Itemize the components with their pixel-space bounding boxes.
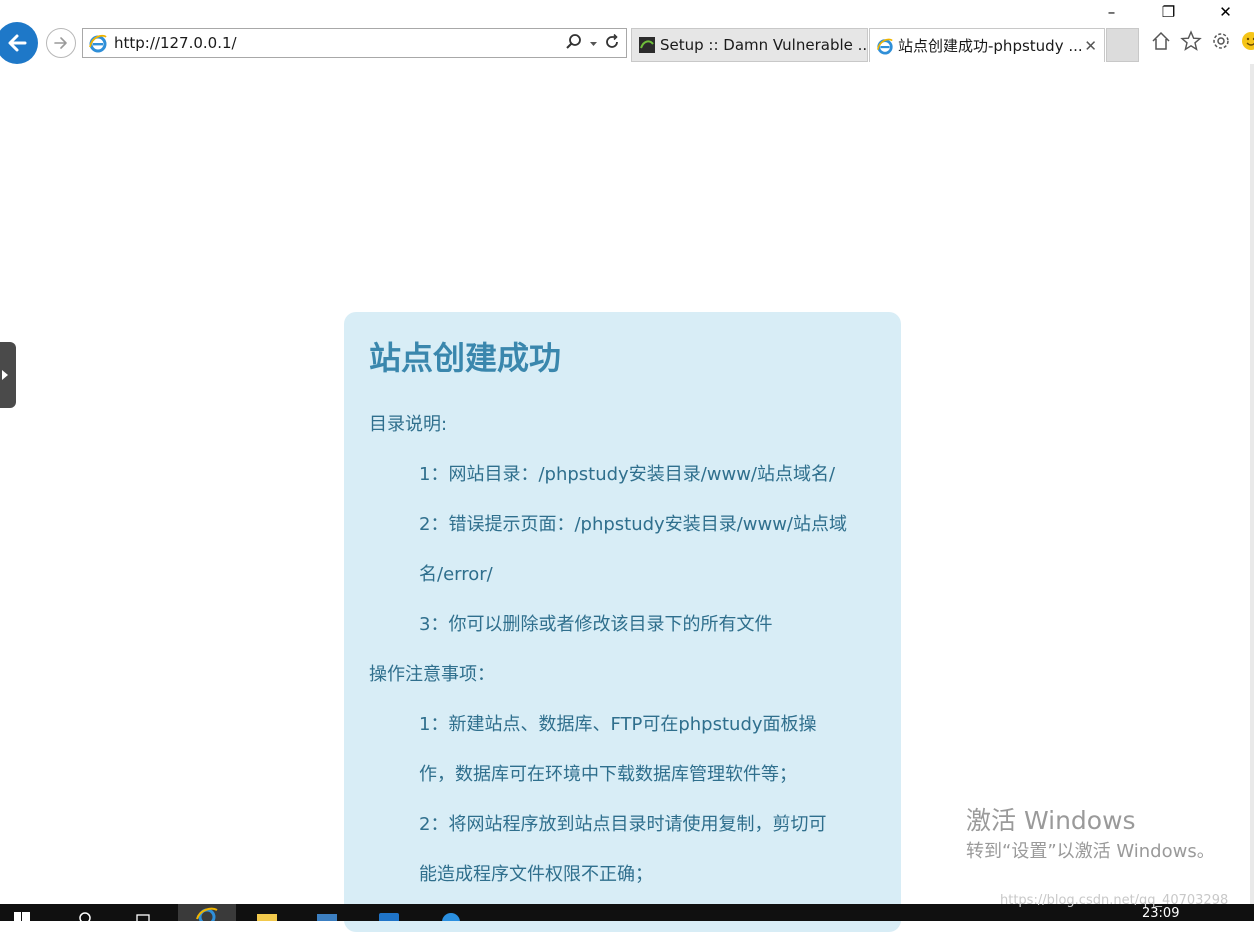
ie-icon — [89, 34, 107, 53]
new-tab-button[interactable] — [1106, 28, 1139, 62]
tab-title: 站点创建成功-phpstudy ... — [898, 37, 1083, 55]
dvwa-favicon-icon — [639, 37, 655, 53]
home-icon[interactable] — [1150, 30, 1172, 52]
section-heading-notes: 操作注意事项： — [369, 664, 495, 685]
list-item: 2：错误提示页面：/phpstudy安装目录/www/站点域 — [419, 514, 847, 535]
list-item: 作，数据库可在环境中下载数据库管理软件等； — [419, 764, 797, 785]
smiley-feedback-icon[interactable] — [1240, 30, 1254, 52]
window-controls: – ❐ ✕ — [1083, 0, 1254, 24]
file-explorer-icon[interactable] — [256, 908, 278, 921]
powershell-icon[interactable] — [378, 908, 400, 921]
side-panel-handle[interactable] — [0, 342, 16, 408]
ie-tab-icon — [877, 38, 893, 55]
refresh-icon[interactable] — [604, 33, 620, 54]
blog-url-watermark: https://blog.csdn.net/qq_40703298 — [1000, 893, 1229, 908]
page-title: 站点创建成功 — [369, 339, 562, 377]
server-manager-icon[interactable] — [316, 908, 338, 921]
back-button[interactable] — [0, 22, 38, 64]
browser-toolbar — [1150, 30, 1254, 52]
favorites-star-icon[interactable] — [1180, 30, 1202, 52]
taskbar-clock[interactable]: 23:09 — [1142, 906, 1179, 921]
chevron-right-icon — [2, 370, 8, 380]
list-item: 1：新建站点、数据库、FTP可在phpstudy面板操 — [419, 714, 817, 735]
list-item: 能造成程序文件权限不正确； — [419, 864, 653, 885]
tab-close-icon[interactable]: ✕ — [1084, 37, 1097, 55]
list-item: 2：将网站程序放到站点目录时请使用复制，剪切可 — [419, 814, 827, 835]
start-icon[interactable] — [14, 908, 36, 921]
forward-arrow-icon — [54, 37, 67, 49]
site-created-card: 站点创建成功 目录说明: 1：网站目录：/phpstudy安装目录/www/站点… — [344, 312, 901, 932]
dropdown-icon[interactable] — [589, 36, 598, 52]
activation-watermark-title: 激活 Windows — [966, 806, 1136, 835]
search-icon[interactable] — [565, 33, 583, 55]
settings-gear-icon[interactable] — [1210, 30, 1232, 52]
ie-taskbar-icon — [196, 907, 218, 921]
activation-watermark-subtitle: 转到“设置”以激活 Windows。 — [966, 841, 1215, 862]
browser-chrome: – ❐ ✕ http://127.0.0.1/ Setup:: Damn Vu… — [0, 0, 1254, 64]
app-icon[interactable] — [440, 908, 462, 921]
tab-phpstudy-site-created[interactable]: 站点创建成功-phpstudy ... ✕ — [869, 28, 1105, 62]
restore-button[interactable]: ❐ — [1140, 0, 1197, 24]
address-bar[interactable] — [82, 28, 627, 58]
list-item: 名/error/ — [419, 564, 493, 585]
close-button[interactable]: ✕ — [1197, 0, 1254, 24]
scrollbar-track[interactable] — [1250, 64, 1254, 904]
tab-title: Setup :: Damn Vulnerable ... — [660, 36, 867, 54]
section-heading-directory: 目录说明: — [369, 414, 448, 435]
address-url-input[interactable] — [114, 34, 534, 52]
forward-button[interactable] — [46, 28, 76, 58]
back-arrow-icon — [8, 34, 27, 52]
search-taskbar-icon[interactable] — [78, 908, 100, 921]
list-item: 3：你可以删除或者修改该目录下的所有文件 — [419, 614, 773, 635]
minimize-button[interactable]: – — [1083, 0, 1140, 24]
address-tools — [565, 33, 620, 55]
tab-dvwa-setup[interactable]: Setup :: Damn Vulnerable ... — [631, 28, 868, 62]
task-view-icon[interactable] — [136, 908, 158, 921]
taskbar-ie-active[interactable] — [178, 904, 236, 921]
list-item: 1：网站目录：/phpstudy安装目录/www/站点域名/ — [419, 464, 836, 485]
